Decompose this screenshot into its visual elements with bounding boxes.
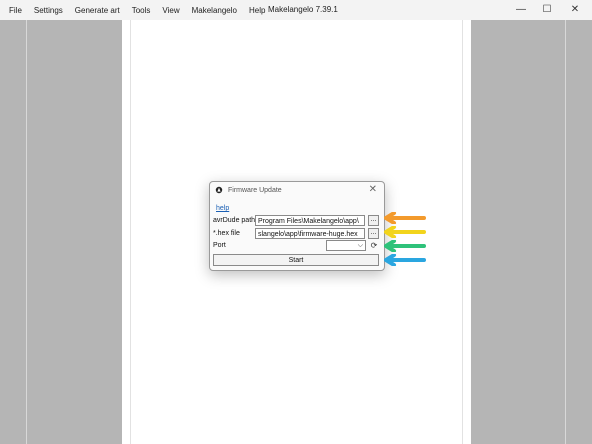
menu-file[interactable]: File xyxy=(3,6,28,15)
chevron-down-icon: ⌵ xyxy=(357,242,363,249)
close-button[interactable]: ✕ xyxy=(562,0,588,20)
refresh-ports-icon[interactable]: ⟳ xyxy=(369,240,379,251)
canvas-guide-line xyxy=(26,20,27,444)
maximize-button[interactable]: ☐ xyxy=(534,0,560,20)
menu-tools[interactable]: Tools xyxy=(126,6,157,15)
paper-margin-line xyxy=(130,20,131,444)
firmware-update-dialog: Firmware Update ✕ help avrDude path Prog… xyxy=(209,181,385,271)
dialog-close-icon[interactable]: ✕ xyxy=(369,184,377,195)
port-label: Port xyxy=(213,242,226,249)
menu-generate-art[interactable]: Generate art xyxy=(69,6,126,15)
annotation-arrow-green-icon xyxy=(384,240,426,252)
avrdude-path-input[interactable]: Program Files\Makelangelo\app\ xyxy=(255,215,365,226)
annotation-arrow-blue-icon xyxy=(384,254,426,266)
title-bar: File Settings Generate art Tools View Ma… xyxy=(0,0,592,20)
avrdude-browse-button[interactable]: ... xyxy=(368,215,379,226)
port-select[interactable]: ⌵ xyxy=(326,240,366,251)
avrdude-path-label: avrDude path xyxy=(213,217,256,224)
annotation-arrow-yellow-icon xyxy=(384,226,426,238)
hex-file-label: *.hex file xyxy=(213,230,240,237)
hex-browse-button[interactable]: ... xyxy=(368,228,379,239)
paper-margin-line xyxy=(462,20,463,444)
window-title: Makelangelo 7.39.1 xyxy=(268,5,338,14)
menu-settings[interactable]: Settings xyxy=(28,6,69,15)
annotation-arrow-orange-icon xyxy=(384,212,426,224)
help-link[interactable]: help xyxy=(216,205,229,212)
makelangelo-logo-icon xyxy=(215,186,223,194)
start-button[interactable]: Start xyxy=(213,254,379,266)
menu-bar: File Settings Generate art Tools View Ma… xyxy=(3,0,271,20)
hex-file-input[interactable]: slangelo\app\firmware-huge.hex xyxy=(255,228,365,239)
canvas-guide-line xyxy=(565,20,566,444)
minimize-button[interactable]: — xyxy=(508,0,534,20)
dialog-title: Firmware Update xyxy=(228,187,282,194)
menu-makelangelo[interactable]: Makelangelo xyxy=(186,6,243,15)
menu-view[interactable]: View xyxy=(156,6,185,15)
